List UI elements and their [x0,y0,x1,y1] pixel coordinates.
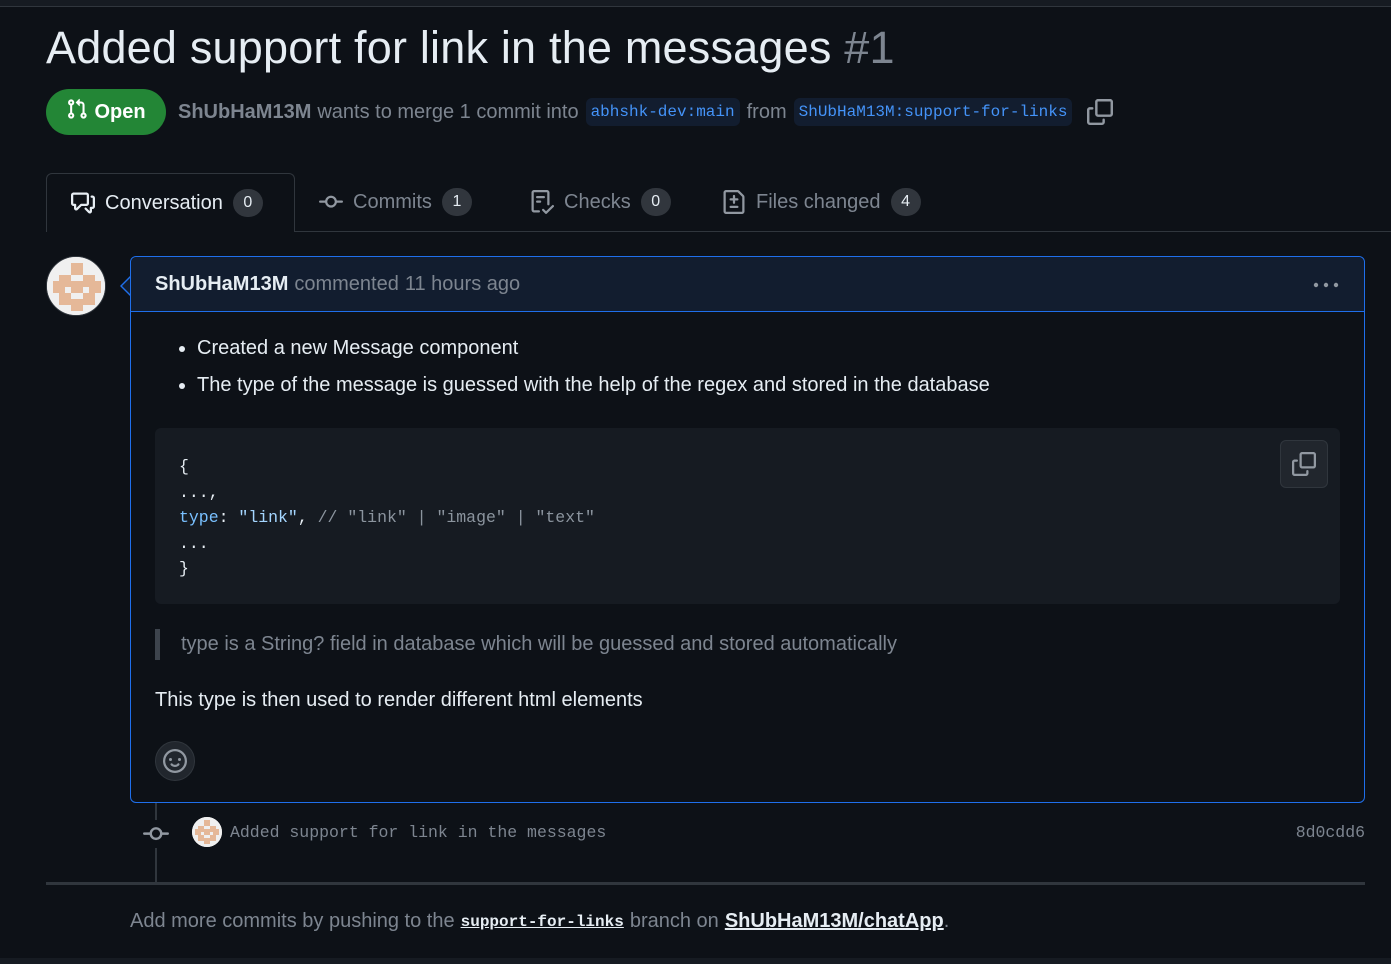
commit-message-link[interactable]: Added support for link in the messages [230,823,606,842]
footer-branch-link[interactable]: support-for-links [461,913,624,931]
from-text: from [746,100,787,123]
top-border [0,0,1391,7]
code-key: type [179,508,219,527]
blockquote: type is a String? field in database whic… [155,629,897,660]
list-item: Created a new Message component [197,337,1340,360]
git-commit-icon [319,195,343,208]
tab-label: Conversation [105,191,223,214]
tab-files-changed[interactable]: Files changed 4 [722,173,921,231]
head-branch[interactable]: ShUbHaM13M:support-for-links [793,98,1073,126]
timeline-divider [46,882,1365,885]
copy-icon [1292,452,1316,476]
tab-conversation[interactable]: Conversation 0 [46,173,295,232]
code-block: { ..., type: "link", // "link" | "image"… [155,428,1340,604]
kebab-horizontal-icon [1313,282,1339,287]
status-badge: Open [46,89,166,135]
pr-number: #1 [844,22,895,73]
code-line: ... [179,533,209,553]
tab-label: Checks [564,190,631,213]
tab-counter: 4 [890,188,921,216]
comment-list: Created a new Message component The type… [155,337,1340,397]
copy-branch-button[interactable] [1087,99,1114,125]
bottom-border [0,958,1391,964]
page-title: Added support for link in the messages #… [46,22,895,74]
git-commit-icon [143,827,169,841]
code-string: "link" [238,508,298,527]
file-diff-icon [723,190,745,214]
copy-icon [1087,99,1114,125]
comment-card: ShUbHaM13M commented 11 hours ago Create… [130,256,1365,803]
footer-repo-link[interactable]: ShUbHaM13M/chatApp [725,910,944,933]
tab-counter: 0 [232,189,263,217]
checklist-icon [531,190,554,214]
footer-suffix: . [943,910,950,932]
tab-counter: 1 [441,188,472,216]
list-item: The type of the message is guessed with … [197,374,1340,397]
comment-options-button[interactable] [1312,273,1340,296]
smiley-icon [163,749,187,773]
commit-sha-link[interactable]: 8d0cdd6 [1296,823,1365,842]
avatar[interactable] [46,256,106,316]
git-pull-request-icon [66,98,88,126]
tab-commits[interactable]: Commits 1 [319,173,472,231]
copy-code-button[interactable] [1280,440,1328,488]
comment-discussion-icon [71,192,95,214]
footer-hint: Add more commits by pushing to the suppo… [130,910,949,933]
code-colon: : [218,508,239,527]
tab-checks[interactable]: Checks 0 [530,173,671,231]
commit-avatar[interactable] [192,817,222,847]
footer-prefix: Add more commits by pushing to the [130,910,455,932]
comment-timestamp[interactable]: 11 hours ago [405,273,520,296]
comment-paragraph: This type is then used to render differe… [155,689,643,711]
merge-text: wants to merge 1 commit into [317,100,579,123]
identicon-icon [192,817,222,847]
tab-label: Commits [353,190,432,213]
pr-meta: ShUbHaM13M wants to merge 1 commit into … [178,96,1114,128]
code-line: ..., [179,482,219,502]
status-label: Open [94,100,146,123]
comment-author-link[interactable]: ShUbHaM13M [155,273,288,296]
pr-title: Added support for link in the messages [46,22,832,73]
footer-middle: branch on [629,910,719,932]
comment-body: Created a new Message component The type… [155,311,1340,781]
pr-tabs: Conversation 0 Commits 1 Checks 0 Files … [46,173,1391,232]
base-branch[interactable]: abhshk-dev:main [585,98,740,126]
add-reaction-button[interactable] [155,741,195,781]
identicon-icon [47,257,105,315]
tab-label: Files changed [756,190,881,213]
commit-node [142,820,170,848]
code-comma: , [297,508,318,527]
code-line: } [179,559,189,578]
code-line: { [179,457,189,476]
tab-counter: 0 [640,188,671,216]
code-comment: // "link" | "image" | "text" [317,508,595,527]
pr-author-link[interactable]: ShUbHaM13M [178,101,311,124]
comment-action: commented [294,272,399,295]
comment-header: ShUbHaM13M commented 11 hours ago [131,257,1364,312]
code-content: { ..., type: "link", // "link" | "image"… [179,454,595,582]
